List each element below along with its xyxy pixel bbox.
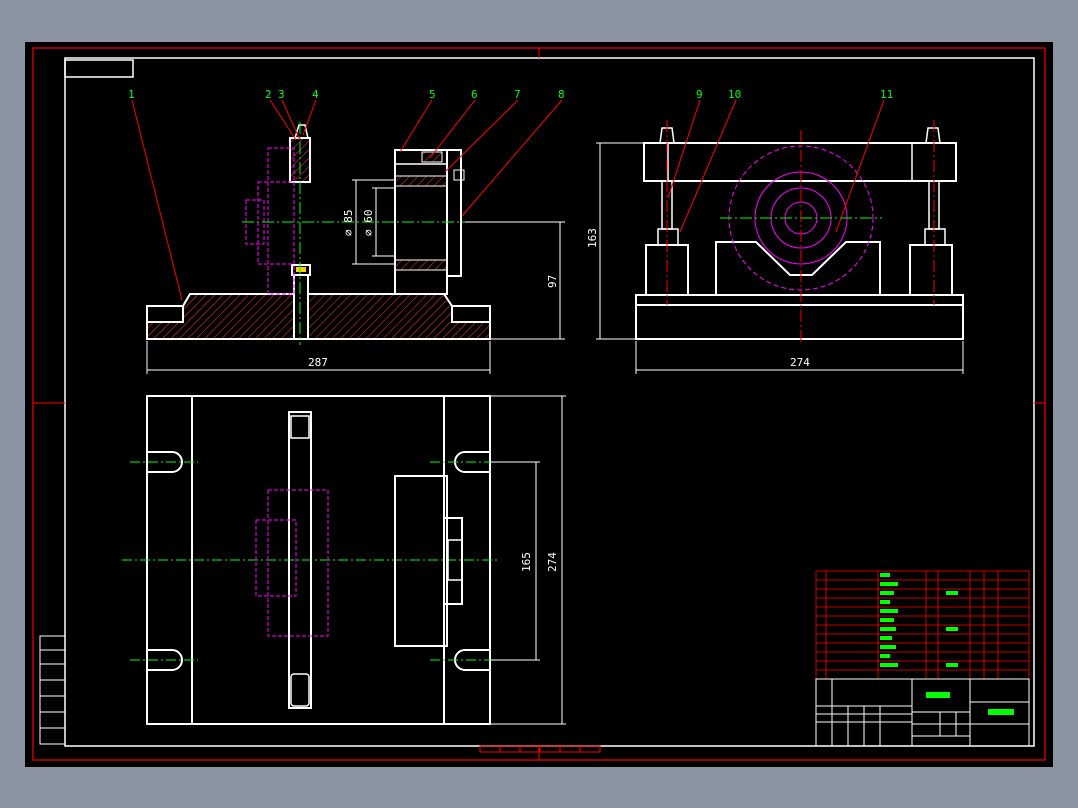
roller-flange [446,149,462,277]
dia-outer-label: ∅ 85 [342,210,355,237]
balloon-5: 5 [429,88,436,101]
side-base [635,294,964,340]
balloon-3: 3 [278,88,285,101]
axis-height-label: 97 [546,275,559,288]
base-slot-right [451,305,491,323]
center-post [293,274,309,340]
dia-inner-label: ∅ 60 [362,210,375,237]
balloon-11: 11 [880,88,893,101]
height-right-label: 163 [586,228,599,248]
balloon-4: 4 [312,88,319,101]
balloon-6: 6 [471,88,478,101]
base-length-label: 287 [308,356,328,369]
balloon-2: 2 [265,88,272,101]
cad-drawing: ∅ 85 ∅ 60 97 287 163 274 165 274 1 2 3 4… [25,42,1053,767]
balloon-10: 10 [728,88,741,101]
base-plate-section [146,293,491,340]
slot-spacing-label: 165 [520,552,533,572]
right-width-label: 274 [790,356,810,369]
balloon-1: 1 [128,88,135,101]
top-clamp-bar [643,142,957,182]
balloon-7: 7 [514,88,521,101]
plate-width-label: 274 [546,552,559,572]
balloon-8: 8 [558,88,565,101]
balloon-9: 9 [696,88,703,101]
base-slot-left [146,305,184,323]
